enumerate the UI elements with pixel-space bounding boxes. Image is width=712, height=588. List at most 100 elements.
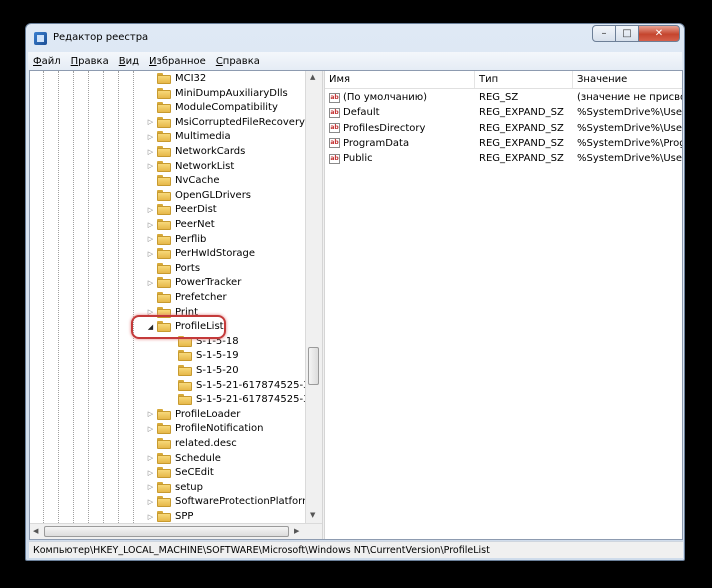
tree-item-label: OpenGLDrivers bbox=[175, 189, 252, 201]
value-row[interactable]: abDefault REG_EXPAND_SZ %SystemDrive%\User… bbox=[325, 105, 682, 120]
expand-arrow-icon[interactable]: ▷ bbox=[146, 162, 155, 170]
tree-item[interactable]: OpenGLDrivers bbox=[146, 188, 251, 203]
tree-item[interactable]: ▷ PerHwIdStorage bbox=[146, 246, 255, 261]
column-header-type[interactable]: Тип bbox=[475, 71, 573, 88]
tree-item[interactable]: ▷ setup bbox=[146, 480, 203, 495]
tree-item[interactable]: related.desc bbox=[146, 436, 237, 451]
scroll-down-arrow-icon[interactable]: ▼ bbox=[310, 511, 315, 519]
registry-editor-window: Редактор реестра – □ ✕ Файл Правка Вид И… bbox=[25, 23, 685, 561]
folder-icon bbox=[157, 175, 171, 187]
tree-item[interactable]: ▷ PeerDist bbox=[146, 202, 217, 217]
tree-guide-line bbox=[88, 71, 89, 523]
value-row[interactable]: ab (По умолчанию) REG_SZ (значение не присв… bbox=[325, 90, 682, 105]
tree-item[interactable]: MCI32 bbox=[146, 71, 206, 86]
tree-item[interactable]: ▷ Multimedia bbox=[146, 129, 231, 144]
scroll-left-arrow-icon[interactable]: ◀ bbox=[33, 527, 38, 535]
tree-item-label: NetworkList bbox=[175, 160, 235, 172]
expand-arrow-icon[interactable]: ▷ bbox=[146, 148, 155, 156]
expand-arrow-icon[interactable]: ▷ bbox=[146, 425, 155, 433]
tree-item[interactable]: S-1-5-21-617874525-3476757 bbox=[167, 378, 322, 393]
tree-item[interactable]: ▷ PeerNet bbox=[146, 217, 215, 232]
tree-item[interactable]: ▷ Schedule bbox=[146, 451, 221, 466]
value-row[interactable]: abPublic REG_EXPAND_SZ %SystemDrive%\Users… bbox=[325, 151, 682, 166]
value-data: (значение не присвоено) bbox=[577, 92, 682, 103]
tree-item[interactable]: ▷ ProfileLoader bbox=[146, 407, 240, 422]
main-content: MCI32 MiniDumpAuxiliaryDlls ModuleCompatib… bbox=[29, 70, 683, 540]
tree-item[interactable]: ▷ Perflib bbox=[146, 232, 206, 247]
tree-item[interactable]: Ports bbox=[146, 261, 200, 276]
expand-arrow-icon[interactable]: ▷ bbox=[146, 206, 155, 214]
expand-arrow-icon[interactable]: ▷ bbox=[146, 221, 155, 229]
tree-item[interactable]: ▷ ProfileNotification bbox=[146, 421, 263, 436]
values-list-pane[interactable]: Имя Тип Значение ab (По умолчанию) REG_SZ(… bbox=[325, 71, 682, 539]
expand-arrow-icon[interactable]: ▷ bbox=[146, 250, 155, 258]
tree-item[interactable]: NvCache bbox=[146, 173, 220, 188]
expand-arrow-icon[interactable]: ▷ bbox=[146, 235, 155, 243]
folder-icon bbox=[157, 87, 171, 99]
close-button[interactable]: ✕ bbox=[638, 25, 680, 42]
expand-arrow-icon[interactable]: ▷ bbox=[146, 133, 155, 141]
scroll-right-arrow-icon[interactable]: ▶ bbox=[294, 527, 299, 535]
expand-arrow-icon[interactable]: ▷ bbox=[146, 118, 155, 126]
column-header-data[interactable]: Значение bbox=[573, 71, 682, 88]
tree-item[interactable]: S-1-5-19 bbox=[167, 348, 239, 363]
value-row[interactable]: ab ProfilesDirectory REG_EXPAND_SZ %SystemD… bbox=[325, 121, 682, 136]
tree-vscroll-thumb[interactable] bbox=[308, 347, 319, 385]
folder-icon bbox=[157, 146, 171, 157]
expand-arrow-icon[interactable]: ▷ bbox=[146, 513, 155, 521]
maximize-button[interactable]: □ bbox=[615, 25, 639, 42]
tree-item-label: ModuleCompatibility bbox=[175, 102, 278, 114]
value-data: %SystemDrive%\Users bbox=[577, 122, 682, 134]
value-row[interactable]: ab ProgramData REG_EXPAND_SZ %SystemDrive%\… bbox=[325, 136, 682, 151]
expand-arrow-icon[interactable]: ▷ bbox=[146, 483, 155, 491]
title-bar[interactable]: Редактор реестра – □ ✕ bbox=[26, 24, 684, 52]
tree-item[interactable]: MiniDumpAuxiliaryDlls bbox=[146, 86, 288, 101]
folder-icon bbox=[157, 467, 171, 479]
folder-icon bbox=[157, 73, 171, 84]
tree-item[interactable]: ▷ MsiCorruptedFileRecovery bbox=[146, 115, 305, 130]
tree-vertical-scrollbar[interactable]: ▲ ▼ bbox=[305, 71, 322, 523]
tree-item[interactable]: ModuleCompatibility bbox=[146, 100, 278, 115]
registry-tree-pane[interactable]: MCI32 MiniDumpAuxiliaryDlls ModuleCompatib… bbox=[30, 71, 322, 539]
tree-item-label: S-1-5-20 bbox=[196, 365, 239, 376]
scroll-up-arrow-icon[interactable]: ▲ bbox=[310, 73, 315, 81]
folder-icon bbox=[157, 233, 171, 245]
tree-item[interactable]: Prefetcher bbox=[146, 290, 227, 305]
value-name-cell: ab ProfilesDirectory bbox=[325, 123, 475, 134]
tree-item-label: S-1-5-19 bbox=[196, 350, 239, 362]
folder-icon bbox=[157, 511, 171, 522]
expand-arrow-icon[interactable]: ▷ bbox=[146, 469, 155, 477]
tree-item[interactable]: ▷ SeCEdit bbox=[146, 465, 214, 480]
menu-edit[interactable]: Правка bbox=[66, 56, 114, 67]
expand-arrow-icon[interactable]: ▷ bbox=[146, 279, 155, 287]
tree-item-label: SPP bbox=[175, 511, 194, 522]
tree-item-label: setup bbox=[175, 481, 203, 493]
tree-item[interactable]: ▷ NetworkList bbox=[146, 159, 234, 174]
tree-item[interactable]: ▷ PowerTracker bbox=[146, 275, 241, 290]
folder-icon bbox=[157, 131, 171, 143]
expand-arrow-icon[interactable]: ▷ bbox=[146, 454, 155, 462]
tree-item-label: S-1-5-21-617874525-3476757 bbox=[196, 379, 322, 391]
tree-item-label: PeerNet bbox=[175, 219, 215, 230]
tree-item[interactable]: ▷ SPP bbox=[146, 509, 193, 524]
folder-icon bbox=[178, 394, 192, 406]
folder-icon bbox=[157, 160, 171, 172]
tree-item[interactable]: S-1-5-20 bbox=[167, 363, 239, 378]
expand-arrow-icon[interactable]: ▷ bbox=[146, 498, 155, 506]
expand-arrow-icon[interactable]: ▷ bbox=[146, 410, 155, 418]
menu-file[interactable]: Файл bbox=[28, 56, 66, 67]
tree-item[interactable]: ▷ NetworkCards bbox=[146, 144, 245, 159]
tree-horizontal-scrollbar[interactable]: ◀ ▶ bbox=[30, 523, 322, 539]
string-value-icon: ab bbox=[329, 138, 340, 149]
menu-favorites[interactable]: Избранное bbox=[144, 56, 211, 67]
tree-item[interactable]: S-1-5-21-617874525-3476757 bbox=[167, 392, 322, 407]
tree-guide-line bbox=[133, 71, 134, 523]
value-data: %SystemDrive%\Users\Default bbox=[577, 107, 682, 119]
menu-help[interactable]: Справка bbox=[211, 56, 265, 67]
tree-hscroll-thumb[interactable] bbox=[44, 526, 289, 537]
column-header-name[interactable]: Имя bbox=[325, 71, 475, 88]
minimize-button[interactable]: – bbox=[592, 25, 616, 42]
menu-view[interactable]: Вид bbox=[114, 56, 144, 67]
tree-item[interactable]: ▷ SoftwareProtectionPlatform bbox=[146, 494, 312, 509]
folder-icon bbox=[178, 365, 192, 376]
